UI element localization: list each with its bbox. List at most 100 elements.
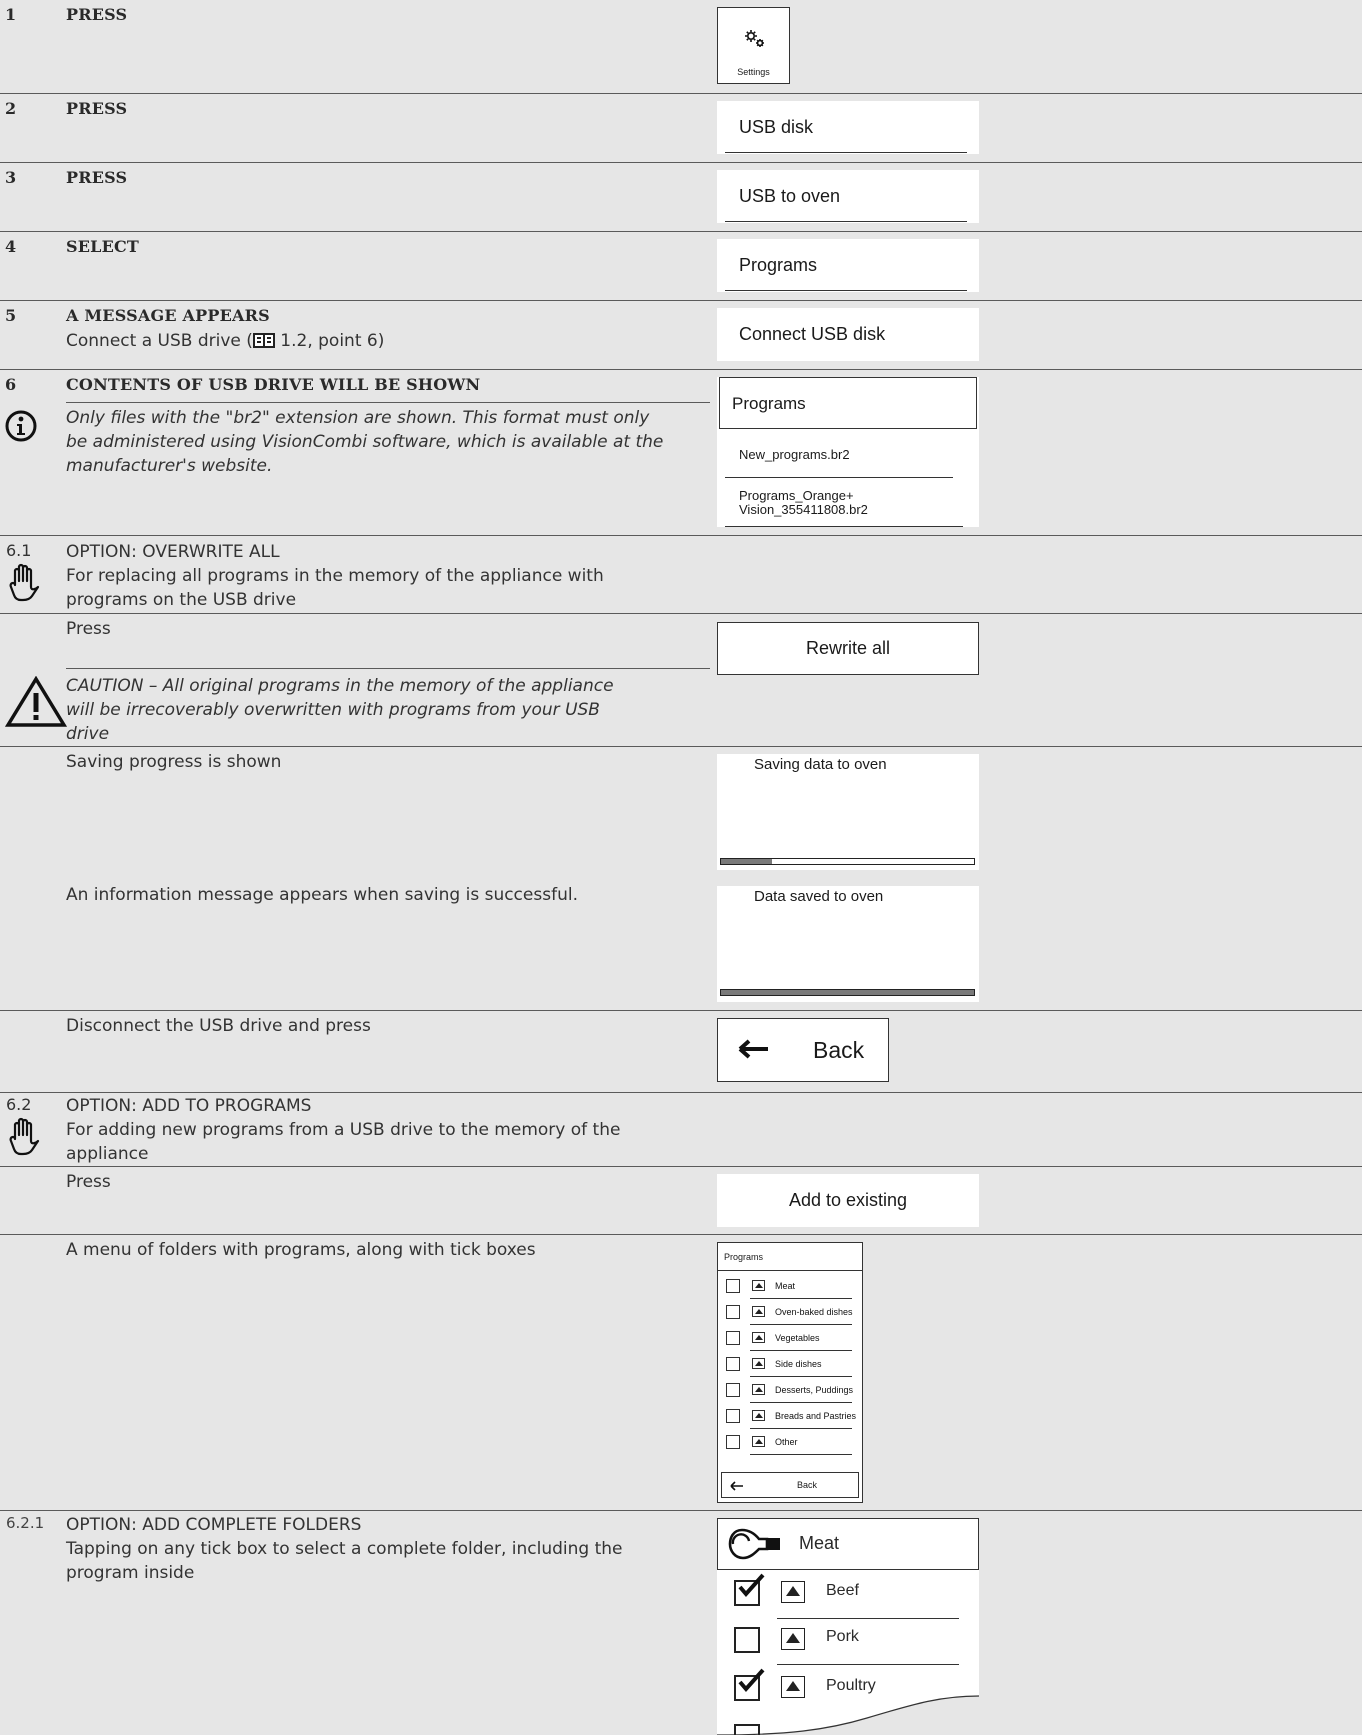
checkbox[interactable] [726,1331,740,1345]
file-item[interactable]: New_programs.br2 [739,447,850,462]
settings-label: Settings [737,67,770,77]
rewrite-all-button[interactable]: Rewrite all [717,622,979,675]
settings-button[interactable]: Settings [717,7,790,84]
option-description: For replacing all programs in the memory… [66,566,604,610]
back-label: Back [813,1037,865,1063]
connect-usb-message: Connect USB disk [717,308,979,361]
option-description: For adding new programs from a USB drive… [66,1120,621,1164]
folder-label: Vegetables [775,1333,820,1343]
add-to-existing-label: Add to existing [788,1190,908,1210]
option-title: OPTION: ADD COMPLETE FOLDERS [66,1515,362,1535]
step-heading: PRESS [66,99,128,118]
success-text: An information message appears when savi… [66,885,578,905]
programs-option[interactable]: Programs [717,239,979,292]
warning-icon [5,676,67,727]
book-icon [252,333,275,348]
step-heading: PRESS [66,168,128,187]
info-icon [5,410,37,442]
step-heading: PRESS [66,5,128,24]
add-to-existing-button[interactable]: Add to existing [717,1174,979,1227]
check-icon [738,1668,765,1693]
saved-progress-bar [720,989,975,996]
back-button[interactable]: Back [717,1018,889,1082]
step-number: 1 [5,5,17,24]
arrow-left-icon [738,1039,768,1059]
image-icon [752,1280,765,1291]
program-label: Beef [826,1582,859,1599]
folder-label: Breads and Pastries [775,1411,857,1421]
progress-fill [721,990,974,995]
checkbox[interactable] [726,1409,740,1423]
press-text: Press [66,1172,111,1192]
folder-label: Oven-baked dishes [775,1307,853,1317]
folder-label: Desserts, Puddings [775,1385,854,1395]
file-list-header: Programs [719,377,977,429]
folder-back-button[interactable]: Back [721,1472,859,1498]
check-icon [738,1573,765,1598]
progress-fill [721,859,772,864]
gears-icon [745,30,764,47]
program-label: Pork [826,1628,859,1645]
image-icon [752,1306,765,1317]
section-number: 6.1 [6,541,32,560]
checkbox[interactable] [726,1435,740,1449]
file-item[interactable]: Programs_Orange+ Vision_355411808.br2 [739,489,868,517]
image-icon [752,1410,765,1421]
saving-title: Saving data to oven [754,756,887,773]
usb-to-oven-button[interactable]: USB to oven [717,170,979,223]
step-number: 6 [5,375,17,394]
meat-icon [728,1528,780,1560]
connect-usb-label: Connect USB disk [739,324,886,344]
meat-title: Meat [799,1533,840,1553]
folder-back-label: Back [797,1480,818,1490]
checkbox[interactable] [726,1305,740,1319]
checkbox[interactable] [726,1383,740,1397]
saving-progress-bar [720,858,975,865]
hand-icon [9,1117,40,1156]
step-number: 4 [5,237,17,256]
image-icon [752,1384,765,1395]
saving-screen: Saving data to oven [717,754,979,870]
option-title: OPTION: OVERWRITE ALL [66,542,280,562]
arrow-left-icon [730,1481,743,1491]
hand-icon [9,563,40,602]
checkbox[interactable] [726,1357,740,1371]
checkbox[interactable] [726,1279,740,1293]
checkbox[interactable] [734,1724,760,1735]
rewrite-all-label: Rewrite all [805,638,891,658]
press-text: Press [66,619,111,639]
image-icon [752,1332,765,1343]
usb-to-oven-label: USB to oven [739,186,841,206]
menu-text: A menu of folders with programs, along w… [66,1240,536,1260]
folder-label: Meat [775,1281,796,1291]
step-heading: SELECT [66,237,140,256]
section-number: 6.2 [6,1095,32,1114]
section-number: 6.2.1 [6,1514,45,1532]
caution-text: CAUTION – All original programs in the m… [66,676,614,744]
folder-label: Side dishes [775,1359,822,1369]
image-icon [781,1628,805,1650]
step-heading: CONTENTS OF USB DRIVE WILL BE SHOWN [66,375,481,394]
progress-text: Saving progress is shown [66,752,282,772]
image-icon [752,1436,765,1447]
option-description: Tapping on any tick box to select a comp… [66,1539,623,1583]
folder-menu: Programs Meat Oven-baked dishes Vegetabl… [717,1242,863,1503]
usb-file-list: Programs New_programs.br2 Programs_Orang… [717,377,979,527]
meat-header: Meat [717,1518,979,1570]
disconnect-text: Disconnect the USB drive and press [66,1016,371,1036]
image-icon [781,1676,805,1698]
usb-disk-button[interactable]: USB disk [717,101,979,154]
step-heading: A MESSAGE APPEARS [66,306,270,325]
file-list-title: Programs [732,394,806,413]
image-icon [752,1358,765,1369]
programs-label: Programs [739,255,818,275]
step-number: 3 [5,168,17,187]
saved-title: Data saved to oven [754,888,884,905]
folder-menu-title: Programs [724,1252,764,1262]
program-label: Poultry [826,1677,876,1694]
checkbox[interactable] [734,1627,760,1653]
folder-label: Other [775,1437,798,1447]
saved-screen: Data saved to oven [717,886,979,1002]
step-number: 5 [5,306,17,325]
note-text: Only files with the "br2" extension are … [66,408,664,476]
